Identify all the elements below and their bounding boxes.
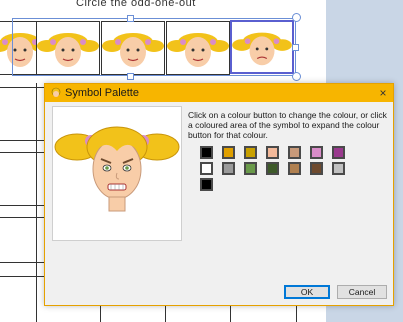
colour-button[interactable] xyxy=(332,146,345,159)
instructions-text: Click on a colour button to change the c… xyxy=(188,110,387,140)
grid-line xyxy=(0,87,44,88)
symbol-palette-dialog: Symbol Palette × Click on a colour butto… xyxy=(44,83,394,306)
grid-line xyxy=(0,217,44,218)
colour-button[interactable] xyxy=(266,146,279,159)
colour-button[interactable] xyxy=(200,146,213,159)
cancel-button[interactable]: Cancel xyxy=(337,285,387,299)
close-button[interactable]: × xyxy=(375,85,391,101)
grid-line xyxy=(0,276,44,277)
grid-line xyxy=(165,306,166,322)
colour-button[interactable] xyxy=(244,146,257,159)
colour-button[interactable] xyxy=(266,162,279,175)
grid-line xyxy=(36,83,37,322)
close-icon: × xyxy=(379,86,387,100)
colour-button[interactable] xyxy=(222,162,235,175)
grid-line xyxy=(0,152,44,153)
dialog-titlebar[interactable]: Symbol Palette × xyxy=(45,84,393,102)
colour-button[interactable] xyxy=(200,178,213,191)
colour-button[interactable] xyxy=(310,146,323,159)
symbol-preview[interactable] xyxy=(52,106,182,241)
resize-handle-top[interactable] xyxy=(127,15,134,22)
colour-button[interactable] xyxy=(200,162,213,175)
worksheet-heading: Circle the odd-one-out xyxy=(76,0,196,9)
colour-button[interactable] xyxy=(310,162,323,175)
resize-handle-bottom[interactable] xyxy=(127,73,134,80)
colour-button[interactable] xyxy=(222,146,235,159)
resize-handle-top-right[interactable] xyxy=(292,13,301,22)
grid-line xyxy=(100,306,101,322)
colour-button[interactable] xyxy=(288,146,301,159)
ok-button[interactable]: OK xyxy=(284,285,330,299)
grid-line xyxy=(230,306,231,322)
grid-line xyxy=(0,262,44,263)
colour-button[interactable] xyxy=(288,162,301,175)
palette-app-icon xyxy=(51,87,61,97)
resize-handle-right[interactable] xyxy=(292,44,299,51)
selection-frame xyxy=(12,18,296,76)
grid-line xyxy=(0,140,44,141)
dialog-title: Symbol Palette xyxy=(65,87,139,99)
grid-line xyxy=(296,306,297,322)
colour-button[interactable] xyxy=(244,162,257,175)
resize-handle-bottom-right[interactable] xyxy=(292,72,301,81)
colour-button[interactable] xyxy=(332,162,345,175)
grid-line xyxy=(0,205,44,206)
girl-face-large-symbol xyxy=(54,126,180,212)
